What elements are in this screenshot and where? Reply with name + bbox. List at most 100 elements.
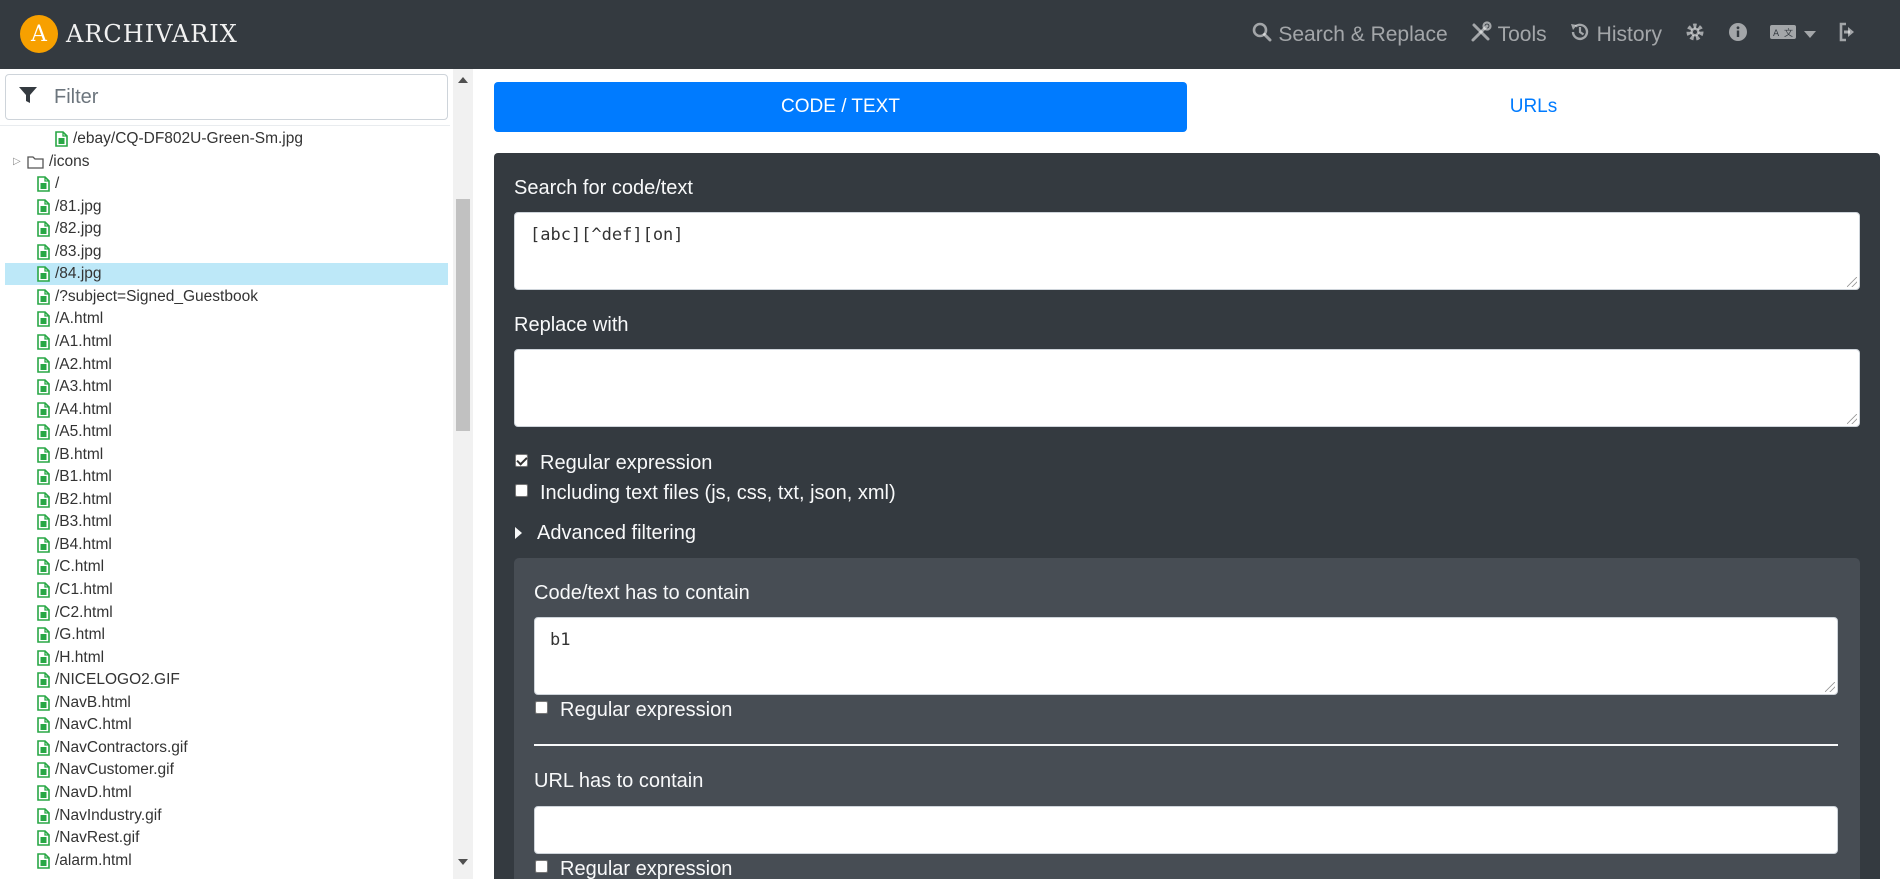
tree-item-label: /81.jpg — [55, 197, 102, 215]
nav-search-replace[interactable]: Search & Replace — [1252, 22, 1448, 48]
tree-file-item[interactable]: /NavCustomer.gif — [5, 759, 448, 781]
scrollbar-thumb[interactable] — [456, 199, 470, 431]
nav-language-dropdown[interactable]: A文 — [1770, 23, 1816, 47]
tree-file-item[interactable]: /A.html — [5, 308, 448, 330]
tree-folder-item[interactable]: ▷ /icons — [5, 151, 448, 173]
tree-file-item[interactable]: /NavRest.gif — [5, 827, 448, 849]
search-textarea[interactable]: [abc][^def][on] — [514, 212, 1860, 290]
file-icon — [37, 559, 50, 576]
contain-textarea[interactable]: b1 — [534, 617, 1838, 695]
tree-file-item[interactable]: /A1.html — [5, 331, 448, 353]
file-icon — [37, 356, 50, 373]
resize-handle[interactable] — [1847, 414, 1857, 424]
file-icon — [37, 424, 50, 440]
replace-textarea[interactable] — [514, 349, 1860, 427]
tree-file-item[interactable]: /NICELOGO2.GIF — [5, 669, 448, 691]
file-icon — [37, 514, 50, 531]
tree-file-item[interactable]: /alarm.html — [5, 850, 448, 872]
regex-label: Regular expression — [540, 452, 713, 474]
tree-file-item[interactable]: /C1.html — [5, 579, 448, 601]
file-icon — [37, 289, 50, 305]
tree-item-label: / — [55, 175, 60, 193]
advanced-filtering-toggle[interactable]: Advanced filtering — [537, 522, 696, 545]
brand[interactable]: A ARCHIVARIX — [20, 15, 238, 53]
url-regex-checkbox[interactable] — [535, 860, 548, 873]
tree-item-label: /82.jpg — [55, 220, 102, 238]
nav-logout[interactable] — [1838, 22, 1860, 48]
tree-file-item[interactable]: /NavD.html — [5, 782, 448, 804]
tree-file-item[interactable]: /C2.html — [5, 602, 448, 624]
tree-file-item[interactable]: /H.html — [5, 647, 448, 669]
contain-regex-checkbox[interactable] — [535, 701, 548, 714]
tree-file-item[interactable]: /NavIndustry.gif — [5, 805, 448, 827]
nav-history[interactable]: History — [1569, 21, 1662, 49]
tree-file-item[interactable]: /82.jpg — [5, 218, 448, 240]
resize-handle[interactable] — [1825, 682, 1835, 692]
tab-urls[interactable]: URLs — [1187, 82, 1880, 132]
tree-file-item[interactable]: /B3.html — [5, 511, 448, 533]
file-icon — [37, 627, 50, 643]
file-icon — [37, 491, 50, 508]
file-icon — [37, 785, 50, 801]
tree-file-item[interactable]: /NavC.html — [5, 714, 448, 736]
nav-info[interactable] — [1728, 22, 1748, 48]
file-icon — [37, 243, 50, 260]
tree-file-item[interactable]: /83.jpg — [5, 241, 448, 263]
nav-menu: Search & Replace Tools History A文 — [1230, 0, 1860, 69]
file-icon — [37, 672, 50, 688]
contain-regex-label: Regular expression — [560, 699, 733, 721]
url-contain-input[interactable] — [534, 806, 1838, 854]
filter-input[interactable] — [52, 84, 416, 110]
text-files-checkbox[interactable] — [515, 484, 528, 497]
nav-tools[interactable]: Tools — [1470, 20, 1547, 49]
expand-arrow-icon[interactable]: ▷ — [13, 156, 23, 167]
tree-file-item[interactable]: /C.html — [5, 556, 448, 578]
tree-file-item[interactable]: / — [5, 173, 448, 195]
file-icon — [37, 762, 50, 779]
file-icon — [37, 649, 50, 666]
caret-right-icon[interactable] — [515, 527, 522, 539]
tree-file-item[interactable]: /81.jpg — [5, 196, 448, 218]
tree-file-item[interactable]: /G.html — [5, 624, 448, 646]
scroll-down-arrow-icon[interactable] — [458, 859, 468, 865]
tab-code-text[interactable]: CODE / TEXT — [494, 82, 1187, 132]
tree-item-label: /C2.html — [55, 603, 113, 621]
logout-icon — [1838, 22, 1860, 48]
file-icon — [37, 537, 50, 553]
file-icon — [37, 221, 50, 237]
tree-file-item[interactable]: /B2.html — [5, 489, 448, 511]
brand-logo-icon: A — [20, 15, 58, 53]
tree-item-label: /NavCustomer.gif — [55, 761, 174, 779]
tree-item-label: /NavB.html — [55, 693, 131, 711]
file-icon — [37, 401, 50, 418]
tree-file-item[interactable]: /B.html — [5, 444, 448, 466]
sidebar-scrollbar[interactable] — [453, 69, 473, 879]
filter-box[interactable] — [5, 74, 448, 120]
tree-item-label: /G.html — [55, 626, 105, 644]
tree-file-item[interactable]: /B4.html — [5, 534, 448, 556]
file-tree: /ebay/CQ-DF802U-Green-Sm.jpg ▷ /icons / /81.… — [0, 125, 450, 880]
tree-file-item[interactable]: /A4.html — [5, 399, 448, 421]
scroll-up-arrow-icon[interactable] — [458, 77, 468, 83]
file-icon — [37, 379, 50, 395]
tree-file-item[interactable]: /NavB.html — [5, 692, 448, 714]
url-regex-label: Regular expression — [560, 858, 733, 880]
tree-file-item[interactable]: /84.jpg — [5, 263, 448, 286]
tree-file-item[interactable]: /?subject=Signed_Guestbook — [5, 286, 448, 308]
contain-value: b1 — [550, 630, 571, 650]
resize-handle[interactable] — [1847, 277, 1857, 287]
tree-item-label: /NavIndustry.gif — [55, 806, 162, 824]
tree-item-label: /A4.html — [55, 400, 112, 418]
tree-file-item[interactable]: /NavContractors.gif — [5, 737, 448, 759]
tree-file-item[interactable]: /A5.html — [5, 421, 448, 443]
regex-checkbox[interactable] — [515, 454, 528, 467]
tree-item-label: /B.html — [55, 445, 104, 463]
file-icon — [37, 830, 50, 846]
nav-settings[interactable] — [1684, 21, 1706, 49]
tree-file-item[interactable]: /ebay/CQ-DF802U-Green-Sm.jpg — [5, 128, 448, 150]
tree-file-item[interactable]: /A3.html — [5, 376, 448, 398]
tree-file-item[interactable]: /A2.html — [5, 354, 448, 376]
file-icon — [37, 582, 50, 598]
tree-file-item[interactable]: /B1.html — [5, 466, 448, 488]
divider — [534, 744, 1838, 746]
